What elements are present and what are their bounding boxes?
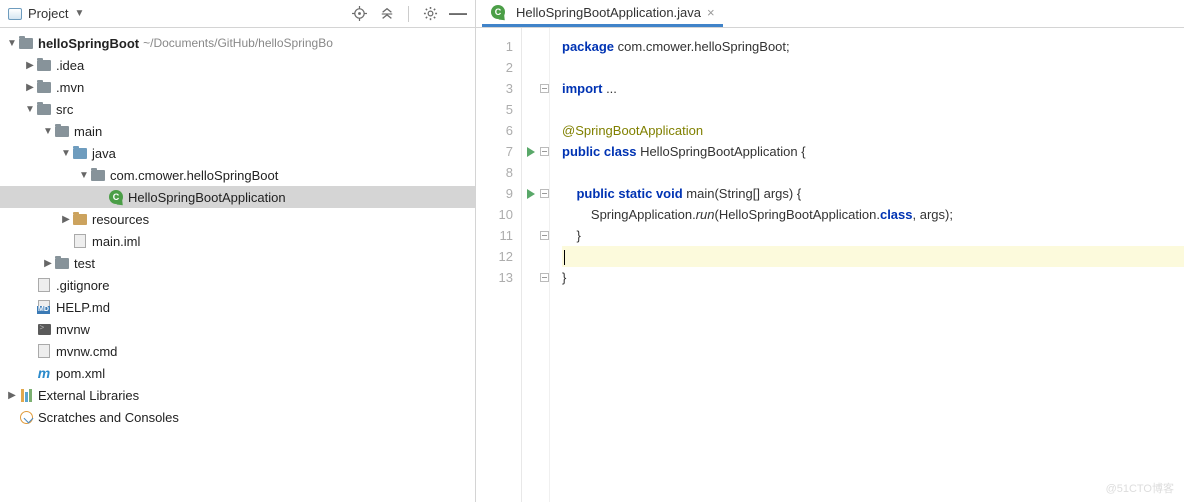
file-icon bbox=[74, 234, 86, 248]
code-content[interactable]: package com.cmower.helloSpringBoot; impo… bbox=[550, 28, 1184, 502]
locate-icon[interactable] bbox=[350, 5, 368, 23]
root-label: helloSpringBoot bbox=[38, 36, 139, 51]
tab-label: HelloSpringBootApplication.java bbox=[516, 5, 701, 20]
editor-tabs: C HelloSpringBootApplication.java × bbox=[476, 0, 1184, 28]
project-tree[interactable]: ▼helloSpringBoot~/Documents/GitHub/hello… bbox=[0, 28, 475, 502]
collapse-all-icon[interactable] bbox=[378, 5, 396, 23]
fold-icon[interactable] bbox=[540, 147, 549, 156]
fold-gutter bbox=[540, 28, 550, 502]
project-toolbar: Project ▼ — bbox=[0, 0, 475, 28]
fold-icon[interactable] bbox=[540, 273, 549, 282]
tree-root[interactable]: ▼helloSpringBoot~/Documents/GitHub/hello… bbox=[0, 32, 475, 54]
tree-item-idea[interactable]: ▶.idea bbox=[0, 54, 475, 76]
tree-item-main[interactable]: ▼main bbox=[0, 120, 475, 142]
fold-icon[interactable] bbox=[540, 84, 549, 93]
separator bbox=[408, 6, 409, 22]
tree-item-mvnw[interactable]: mvnw bbox=[0, 318, 475, 340]
fold-icon[interactable] bbox=[540, 189, 549, 198]
root-path: ~/Documents/GitHub/helloSpringBo bbox=[143, 36, 333, 50]
tree-item-gitignore[interactable]: .gitignore bbox=[0, 274, 475, 296]
code-area[interactable]: 1235678910111213 package com.cmower.hell… bbox=[476, 28, 1184, 502]
java-class-icon: C bbox=[491, 5, 505, 19]
tree-item-package[interactable]: ▼com.cmower.helloSpringBoot bbox=[0, 164, 475, 186]
tree-item-main-iml[interactable]: main.iml bbox=[0, 230, 475, 252]
tree-item-mvn[interactable]: ▶.mvn bbox=[0, 76, 475, 98]
gutter-icons bbox=[522, 28, 540, 502]
editor-pane: C HelloSpringBootApplication.java × 1235… bbox=[476, 0, 1184, 502]
shell-file-icon bbox=[38, 324, 51, 335]
tree-item-mvnw-cmd[interactable]: mvnw.cmd bbox=[0, 340, 475, 362]
tree-item-scratches[interactable]: Scratches and Consoles bbox=[0, 406, 475, 428]
fold-icon[interactable] bbox=[540, 231, 549, 240]
tree-item-pom[interactable]: mpom.xml bbox=[0, 362, 475, 384]
line-numbers: 1235678910111213 bbox=[476, 28, 522, 502]
file-icon bbox=[38, 278, 50, 292]
text-cursor bbox=[564, 250, 565, 265]
close-icon[interactable]: × bbox=[707, 5, 715, 20]
run-icon[interactable] bbox=[527, 189, 535, 199]
scratches-icon bbox=[20, 411, 33, 424]
tab-hello-app[interactable]: C HelloSpringBootApplication.java × bbox=[482, 1, 723, 27]
project-icon bbox=[8, 8, 22, 20]
tree-item-test[interactable]: ▶test bbox=[0, 252, 475, 274]
gear-icon[interactable] bbox=[421, 5, 439, 23]
maven-icon: m bbox=[38, 365, 50, 381]
java-class-icon: C bbox=[109, 190, 123, 204]
tree-item-java[interactable]: ▼java bbox=[0, 142, 475, 164]
tree-item-external-libs[interactable]: ▶External Libraries bbox=[0, 384, 475, 406]
run-icon[interactable] bbox=[527, 147, 535, 157]
hide-icon[interactable]: — bbox=[449, 5, 467, 23]
tree-item-resources[interactable]: ▶resources bbox=[0, 208, 475, 230]
file-icon bbox=[38, 344, 50, 358]
tree-item-help[interactable]: MDHELP.md bbox=[0, 296, 475, 318]
tree-item-app-class[interactable]: CHelloSpringBootApplication bbox=[0, 186, 475, 208]
toolbar-title[interactable]: Project bbox=[28, 6, 68, 21]
tree-item-src[interactable]: ▼src bbox=[0, 98, 475, 120]
project-sidebar: Project ▼ — ▼helloSpringBoot~/Documents/… bbox=[0, 0, 476, 502]
watermark: @51CTO博客 bbox=[1106, 480, 1174, 496]
dropdown-arrow-icon[interactable]: ▼ bbox=[74, 8, 84, 19]
md-file-icon: MD bbox=[38, 300, 50, 314]
libraries-icon bbox=[21, 389, 32, 402]
